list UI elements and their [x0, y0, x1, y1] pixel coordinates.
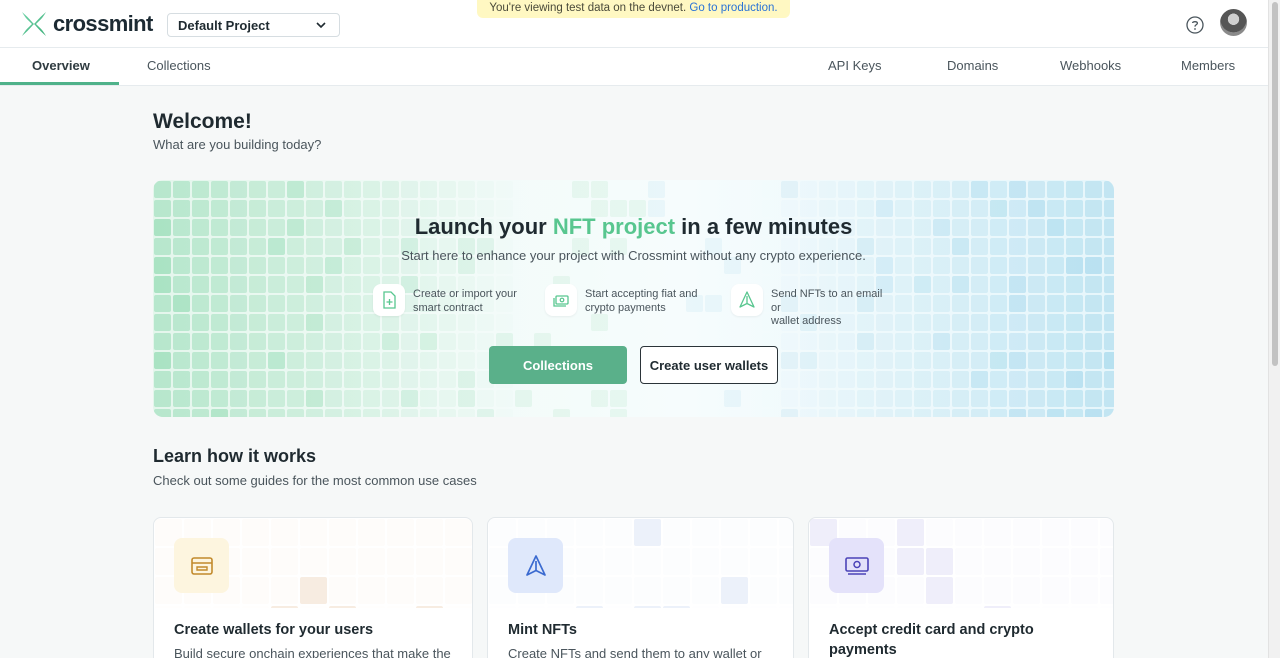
feature-payments: Start accepting fiat and crypto payments — [545, 284, 705, 316]
learn-section-title: Learn how it works — [153, 446, 317, 466]
feature-1-line1: Create or import your — [413, 288, 517, 300]
tab-members[interactable]: Members — [1181, 48, 1235, 86]
project-select-value: Default Project — [178, 17, 270, 33]
hero-title-post: in a few minutes — [675, 214, 853, 239]
tab-collections[interactable]: Collections — [147, 48, 211, 86]
send-icon — [731, 284, 763, 316]
create-user-wallets-button[interactable]: Create user wallets — [640, 346, 778, 384]
file-plus-icon — [373, 284, 405, 316]
guide-card-wallets[interactable]: Create wallets for your users Build secu… — [153, 517, 473, 658]
hero-title: Launch your NFT project in a few minutes — [153, 214, 1114, 240]
guide-card-mint[interactable]: Mint NFTs Create NFTs and send them to a… — [487, 517, 794, 658]
tab-api-keys[interactable]: API Keys — [828, 48, 881, 86]
feature-send-nfts: Send NFTs to an email or wallet address — [731, 284, 891, 329]
card-description: Create NFTs and send them to any wallet … — [508, 646, 762, 658]
tab-domains[interactable]: Domains — [947, 48, 998, 86]
question-circle-icon[interactable] — [1186, 16, 1204, 34]
card-title: Mint NFTs — [508, 622, 577, 638]
card-title-line1: Accept credit card and crypto — [829, 622, 1034, 638]
crossmint-logo[interactable]: crossmint — [20, 10, 153, 38]
feature-2-line1: Start accepting fiat and — [585, 288, 698, 300]
avatar[interactable] — [1220, 9, 1247, 36]
feature-smart-contract: Create or import your smart contract — [373, 284, 533, 316]
card-title: Create wallets for your users — [174, 622, 374, 638]
feature-1-line2: smart contract — [413, 301, 483, 314]
tab-overview[interactable]: Overview — [32, 48, 90, 86]
hero-panel: Launch your NFT project in a few minutes… — [153, 180, 1114, 417]
collections-button[interactable]: Collections — [489, 346, 627, 384]
cash-icon — [545, 284, 577, 316]
mint-send-icon — [508, 538, 563, 593]
chevron-down-icon — [316, 22, 326, 29]
card-description: Build secure onchain experiences that ma… — [174, 646, 451, 658]
feature-2-line2: crypto payments — [585, 301, 666, 314]
project-select[interactable]: Default Project — [167, 13, 340, 37]
banner-text: You're viewing test data on the devnet. — [489, 2, 687, 14]
vertical-scrollbar[interactable] — [1268, 0, 1280, 658]
wallet-icon — [174, 538, 229, 593]
guide-card-payments[interactable]: Accept credit card and crypto payments — [808, 517, 1114, 658]
go-to-production-link[interactable]: Go to production. — [689, 2, 777, 14]
card-title: Accept credit card and crypto payments — [829, 620, 1034, 658]
brand-name: crossmint — [53, 11, 153, 36]
scrollbar-thumb[interactable] — [1272, 2, 1278, 366]
learn-section-subtitle: Check out some guides for the most commo… — [153, 473, 477, 488]
crossmint-x-icon — [22, 12, 46, 36]
feature-3-line1: Send NFTs to an email or — [771, 288, 883, 314]
hero-title-accent: NFT project — [552, 214, 676, 239]
payments-icon — [829, 538, 884, 593]
card-title-line2: payments — [829, 642, 897, 658]
page-title: Welcome! — [153, 110, 252, 133]
devnet-banner: You're viewing test data on the devnet. … — [477, 0, 790, 18]
tab-bar: Overview Collections API Keys Domains We… — [0, 48, 1268, 86]
page-subtitle: What are you building today? — [153, 137, 322, 152]
active-tab-indicator — [0, 82, 119, 85]
hero-title-pre: Launch your — [414, 214, 553, 239]
tab-webhooks[interactable]: Webhooks — [1060, 48, 1121, 86]
feature-3-line2: wallet address — [771, 315, 842, 327]
hero-subtitle: Start here to enhance your project with … — [401, 248, 866, 263]
